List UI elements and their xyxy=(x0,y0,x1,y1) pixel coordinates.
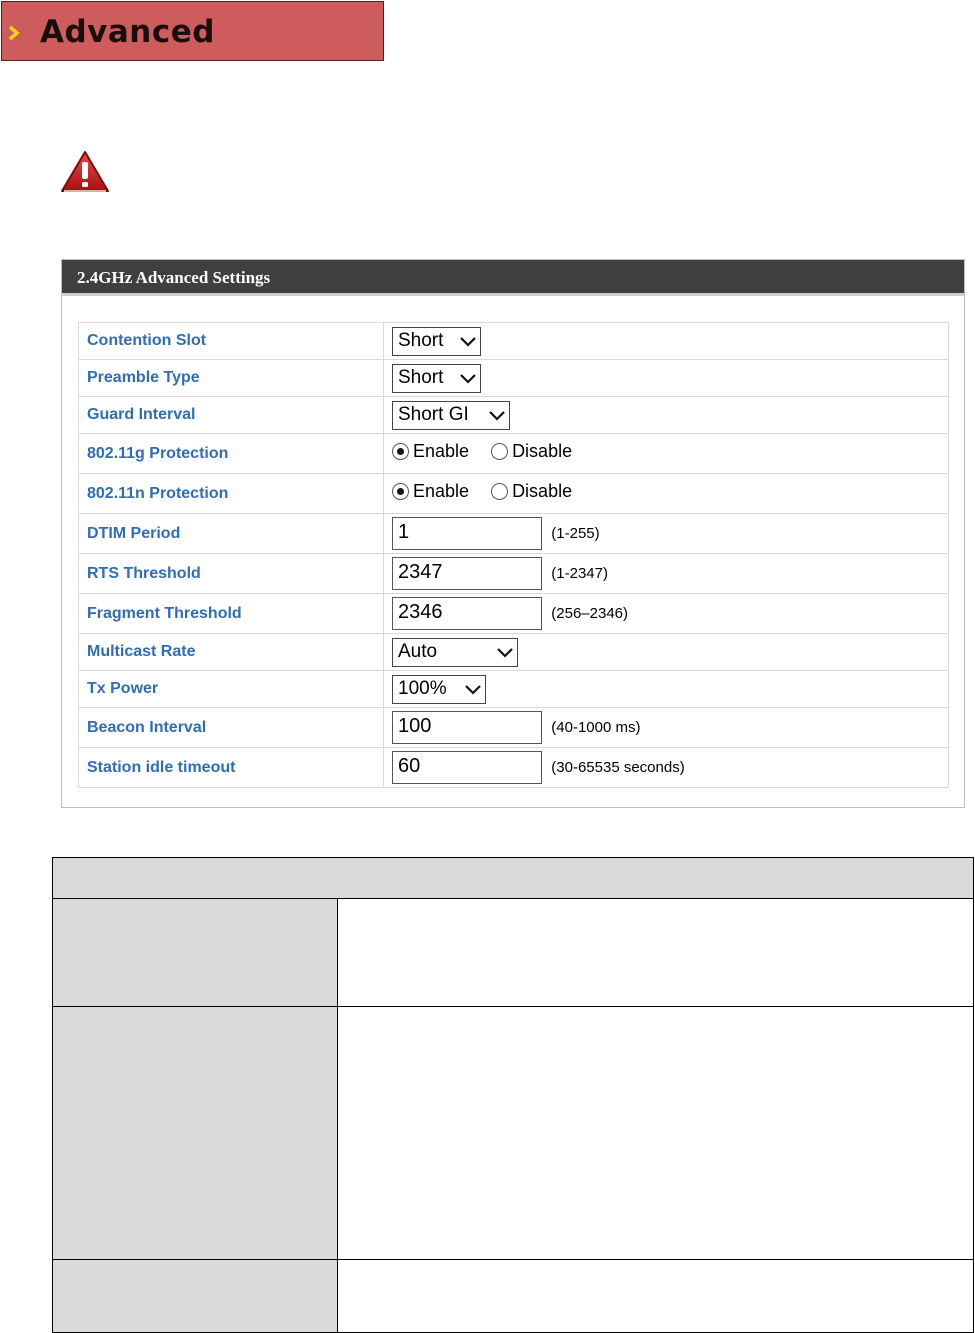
warning-triangle-icon xyxy=(61,151,109,192)
80211g-enable-radio[interactable] xyxy=(392,443,409,460)
contention-slot-select[interactable]: Short xyxy=(392,326,481,356)
description-row xyxy=(52,1259,974,1333)
row-rts-threshold: RTS Threshold 2347 (1-2347) xyxy=(78,553,949,594)
row-80211g-protection: 802.11g Protection Enable Disable xyxy=(78,433,949,474)
fragment-threshold-input[interactable]: 2346 xyxy=(392,597,542,630)
contention-slot-value: Short xyxy=(398,330,444,351)
row-dtim-period: DTIM Period 1 (1-255) xyxy=(78,513,949,554)
row-preamble-type: Preamble Type Short xyxy=(78,359,949,397)
80211n-disable-radio[interactable] xyxy=(491,483,509,500)
chevron-down-icon xyxy=(497,647,513,658)
80211n-disable-label: Disable xyxy=(512,481,573,501)
80211n-protection-radios: Enable Disable xyxy=(392,481,594,502)
row-multicast-rate: Multicast Rate Auto xyxy=(78,633,949,671)
station-idle-timeout-input[interactable]: 60 xyxy=(392,751,542,784)
description-header-row xyxy=(52,857,974,899)
chevron-down-icon xyxy=(465,684,481,695)
rts-threshold-input[interactable]: 2347 xyxy=(392,557,542,590)
multicast-rate-value: Auto xyxy=(398,641,438,662)
guard-interval-label: Guard Interval xyxy=(78,396,384,434)
beacon-interval-hint: (40-1000 ms) xyxy=(551,719,641,736)
80211n-protection-label: 802.11n Protection xyxy=(78,473,384,514)
row-80211n-protection: 802.11n Protection Enable Disable xyxy=(78,473,949,514)
80211n-enable-label: Enable xyxy=(413,481,470,501)
row-contention-slot: Contention Slot Short xyxy=(78,322,949,360)
fragment-threshold-hint: (256–2346) xyxy=(551,605,629,622)
chevron-down-icon xyxy=(460,373,476,384)
chevron-right-icon xyxy=(8,25,20,41)
80211g-protection-label: 802.11g Protection xyxy=(78,433,384,474)
80211g-enable-label: Enable xyxy=(413,441,470,461)
row-tx-power: Tx Power 100% xyxy=(78,670,949,708)
tx-power-value: 100% xyxy=(398,678,447,699)
tx-power-label: Tx Power xyxy=(78,670,384,708)
station-idle-timeout-hint: (30-65535 seconds) xyxy=(551,759,685,776)
multicast-rate-select[interactable]: Auto xyxy=(392,637,518,667)
description-key-cell xyxy=(52,1006,338,1260)
dtim-period-label: DTIM Period xyxy=(78,513,384,554)
multicast-rate-label: Multicast Rate xyxy=(78,633,384,671)
chevron-down-icon xyxy=(460,336,476,347)
dtim-period-input[interactable]: 1 xyxy=(392,517,542,550)
fragment-threshold-label: Fragment Threshold xyxy=(78,593,384,634)
80211g-disable-radio[interactable] xyxy=(491,443,509,460)
80211g-disable-label: Disable xyxy=(512,441,573,461)
beacon-interval-label: Beacon Interval xyxy=(78,707,384,748)
description-key-cell xyxy=(52,898,338,1007)
preamble-type-select[interactable]: Short xyxy=(392,363,481,393)
description-row xyxy=(52,898,974,1007)
dtim-period-hint: (1-255) xyxy=(551,525,600,542)
guard-interval-select[interactable]: Short GI xyxy=(392,400,510,430)
station-idle-timeout-label: Station idle timeout xyxy=(78,747,384,788)
description-header-cell xyxy=(52,857,974,899)
preamble-type-value: Short xyxy=(398,367,444,388)
section-banner: Advanced xyxy=(1,1,384,61)
preamble-type-label: Preamble Type xyxy=(78,359,384,397)
advanced-settings-panel: 2.4GHz Advanced Settings Contention Slot… xyxy=(61,259,965,808)
description-text-cell xyxy=(337,1259,974,1333)
panel-header: 2.4GHz Advanced Settings xyxy=(62,260,964,296)
80211g-protection-radios: Enable Disable xyxy=(392,441,594,462)
page-title: Advanced xyxy=(40,14,215,50)
description-key-cell xyxy=(52,1259,338,1333)
80211n-enable-radio[interactable] xyxy=(392,483,409,500)
description-text-cell xyxy=(337,898,974,1007)
tx-power-select[interactable]: 100% xyxy=(392,674,486,704)
description-table xyxy=(52,857,974,1333)
settings-table: Contention Slot Short Preamble Type Shor… xyxy=(78,322,949,788)
row-fragment-threshold: Fragment Threshold 2346 (256–2346) xyxy=(78,593,949,634)
row-station-idle-timeout: Station idle timeout 60 (30-65535 second… xyxy=(78,747,949,788)
row-guard-interval: Guard Interval Short GI xyxy=(78,396,949,434)
row-beacon-interval: Beacon Interval 100 (40-1000 ms) xyxy=(78,707,949,748)
chevron-down-icon xyxy=(489,410,505,421)
rts-threshold-hint: (1-2347) xyxy=(551,565,608,582)
description-text-cell xyxy=(337,1006,974,1260)
beacon-interval-input[interactable]: 100 xyxy=(392,711,542,744)
panel-title: 2.4GHz Advanced Settings xyxy=(77,268,271,287)
description-row xyxy=(52,1006,974,1260)
guard-interval-value: Short GI xyxy=(398,404,469,425)
rts-threshold-label: RTS Threshold xyxy=(78,553,384,594)
contention-slot-label: Contention Slot xyxy=(78,322,384,360)
